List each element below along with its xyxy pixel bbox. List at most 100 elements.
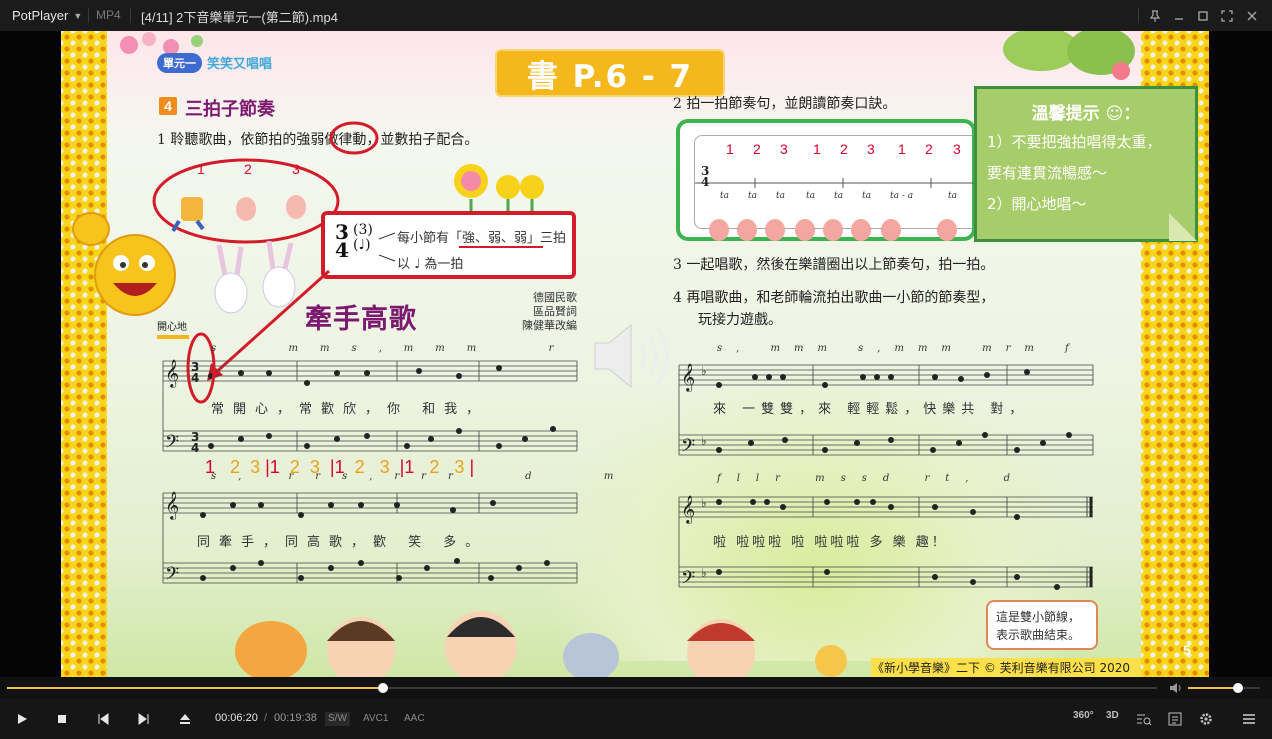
red-underline xyxy=(459,246,543,248)
section-number: 4 xyxy=(159,97,177,115)
info-line-2: 以 ♩ 為一拍 xyxy=(397,257,464,272)
solfa: l xyxy=(736,473,756,484)
svg-text:𝄢: 𝄢 xyxy=(165,432,179,457)
volume-level xyxy=(1188,687,1239,689)
solfa: d xyxy=(1003,473,1027,484)
solfa: r xyxy=(315,471,343,482)
red-circle-mark xyxy=(329,121,379,155)
beat-number: 3 xyxy=(292,161,300,177)
stop-button[interactable] xyxy=(50,707,74,731)
lyrics-row: 來 一雙雙，來 輕輕鬆，快樂共 對， xyxy=(713,402,1029,417)
settings-button[interactable] xyxy=(1194,707,1218,731)
previous-button[interactable] xyxy=(91,707,115,731)
seek-bar-area xyxy=(0,677,1272,699)
solfa: r xyxy=(1005,343,1025,354)
solfa: s, xyxy=(717,343,754,354)
video-codec-badge[interactable]: AVC1 xyxy=(360,712,391,726)
seek-progress xyxy=(7,687,384,689)
solfa: f xyxy=(717,473,737,484)
decoder-badge[interactable]: S/W xyxy=(325,712,350,726)
solfa: d xyxy=(525,471,554,482)
maximize-button[interactable] xyxy=(1191,0,1215,31)
question-2: 2 拍一拍節奏句，並朗讀節奏口訣。 xyxy=(673,96,897,112)
callout-line: 表示歌曲結束。 xyxy=(996,628,1081,642)
total-time: 00:19:38 xyxy=(274,712,317,724)
solfa: m xyxy=(941,343,965,354)
pin-button[interactable] xyxy=(1143,0,1167,31)
tempo-marking: 開心地 xyxy=(157,322,187,333)
close-button[interactable] xyxy=(1240,0,1264,31)
play-button[interactable] xyxy=(10,707,34,731)
divider xyxy=(1138,8,1139,23)
app-name: PotPlayer xyxy=(12,8,69,23)
pin-icon xyxy=(1149,9,1161,22)
seek-bar[interactable] xyxy=(7,683,1157,693)
skip-next-icon xyxy=(138,713,149,725)
fullscreen-button[interactable] xyxy=(1215,0,1239,31)
svg-text:𝄞: 𝄞 xyxy=(165,359,179,388)
emoji-sticker xyxy=(72,212,176,316)
song-title: 牽手高歌 xyxy=(305,304,417,335)
next-button[interactable] xyxy=(132,707,156,731)
solfa: m xyxy=(319,343,352,354)
playlist-icon xyxy=(1168,712,1182,726)
tip-title: 溫馨提示 ☺： xyxy=(1031,104,1141,124)
rhythm-syllable: ta xyxy=(748,191,757,201)
svg-text:4: 4 xyxy=(191,441,199,455)
eject-button[interactable] xyxy=(173,707,197,731)
beat-number: 2 xyxy=(244,161,252,177)
window-title: [4/11] 2下音樂單元一(第二節).mp4 xyxy=(141,10,338,25)
svg-text:𝄢: 𝄢 xyxy=(165,564,179,589)
3d-button[interactable]: 3D xyxy=(1106,710,1119,721)
playlist-button[interactable] xyxy=(1163,707,1187,731)
video-viewport[interactable]: 單元一 笑笑又唱唱 書 P.6 - 7 4 三拍子節奏 1 聆聽歌曲，依節拍的強… xyxy=(0,31,1272,677)
solfa: s, xyxy=(351,343,404,354)
page-border-left xyxy=(61,31,107,677)
solfa: f xyxy=(1065,343,1083,354)
menu-button[interactable] xyxy=(1237,707,1261,731)
format-label: MP4 xyxy=(96,8,121,22)
solfa: m xyxy=(917,343,942,354)
seek-handle[interactable] xyxy=(378,683,389,693)
solfa: r xyxy=(924,473,946,484)
solfa: s xyxy=(861,473,883,484)
rhythm-line xyxy=(695,178,985,188)
rhythm-exercise-box: 34 1 2 3 1 2 3 1 2 3 ta ta ta ta ta ta t… xyxy=(676,119,985,241)
svg-text:𝄢: 𝄢 xyxy=(681,436,695,461)
rhythm-number: 1 xyxy=(813,141,821,157)
solfa: t, xyxy=(945,473,985,484)
beat-number: 1 xyxy=(197,161,205,177)
volume-icon[interactable] xyxy=(1169,681,1183,695)
solfa: s, xyxy=(342,471,395,482)
rhythm-number: 2 xyxy=(925,141,933,157)
svg-text:𝄞: 𝄞 xyxy=(681,495,695,524)
question-4-line-2: 玩接力遊戲。 xyxy=(698,312,782,328)
solfa: s, xyxy=(211,471,264,482)
svg-text:𝄞: 𝄞 xyxy=(165,491,179,520)
app-menu-button[interactable]: PotPlayer ▼ xyxy=(0,0,88,31)
minimize-button[interactable] xyxy=(1167,0,1191,31)
solfa: m xyxy=(770,343,794,354)
unit-badge: 單元一 xyxy=(157,53,202,73)
control-bar: 00:06:20 / 00:19:38 S/W AVC1 AAC 360° 3D xyxy=(0,699,1272,739)
hamburger-menu-icon xyxy=(1243,714,1255,724)
vr-360-button[interactable]: 360° xyxy=(1073,710,1094,721)
solfa: r xyxy=(288,471,316,482)
gear-icon xyxy=(1200,713,1212,725)
svg-text:♭: ♭ xyxy=(701,566,707,580)
solfa: r xyxy=(775,473,796,484)
info-line-1: 每小節有「強、弱、弱」三拍 xyxy=(397,231,567,246)
solfa: m xyxy=(603,471,636,482)
unit-subtitle: 笑笑又唱唱 xyxy=(207,56,273,71)
solfa: m xyxy=(466,343,499,354)
close-icon xyxy=(1247,11,1257,20)
double-barline-callout: 這是雙小節線， 表示歌曲結束。 xyxy=(986,600,1098,650)
volume-handle[interactable] xyxy=(1233,683,1244,693)
volume-slider[interactable] xyxy=(1188,683,1260,693)
title-bar: PotPlayer ▼ MP4 [4/11] 2下音樂單元一(第二節).mp4 xyxy=(0,0,1272,31)
clap-hands-row xyxy=(709,219,957,241)
audio-codec-badge[interactable]: AAC xyxy=(401,712,428,726)
rhythm-number: 2 xyxy=(840,141,848,157)
eject-icon xyxy=(180,714,190,724)
zoom-button[interactable] xyxy=(1132,707,1156,731)
